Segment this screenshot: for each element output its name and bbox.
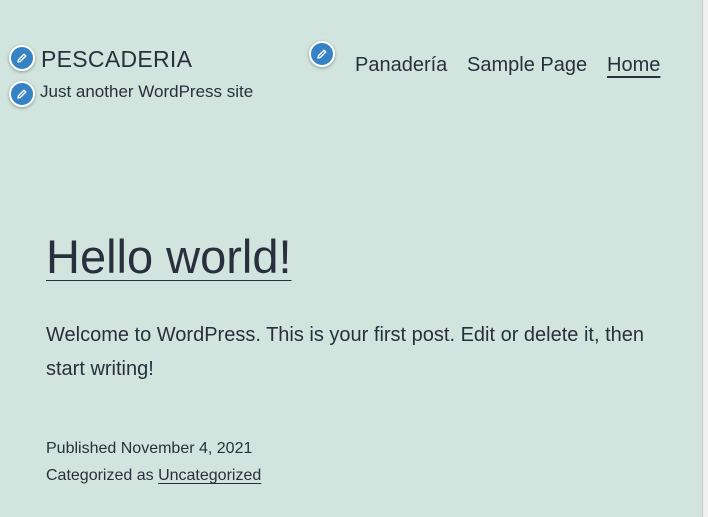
edit-site-title-button[interactable]: [9, 45, 35, 71]
published-date: November 4, 2021: [120, 440, 253, 457]
pencil-icon: [17, 53, 27, 63]
pencil-icon: [17, 89, 27, 99]
category-link[interactable]: Uncategorized: [158, 467, 261, 484]
nav-item-panaderia[interactable]: Panadería: [355, 52, 447, 78]
nav-item-home[interactable]: Home: [607, 52, 660, 78]
post-published-meta: Published November 4, 2021: [46, 439, 252, 459]
edit-menu-button[interactable]: [309, 41, 335, 67]
categorized-label: Categorized as: [46, 467, 154, 484]
pencil-icon: [317, 49, 327, 59]
scrollbar[interactable]: [702, 0, 708, 517]
nav-item-sample-page[interactable]: Sample Page: [467, 52, 587, 78]
post-category-meta: Categorized as Uncategorized: [46, 466, 261, 486]
edit-tagline-button[interactable]: [9, 81, 35, 107]
post-body: Welcome to WordPress. This is your first…: [46, 324, 645, 380]
published-label: Published: [46, 440, 117, 457]
post-title-link[interactable]: Hello world!: [46, 228, 292, 286]
site-title[interactable]: PESCADERIA: [41, 45, 192, 73]
site-tagline: Just another WordPress site: [40, 82, 254, 101]
